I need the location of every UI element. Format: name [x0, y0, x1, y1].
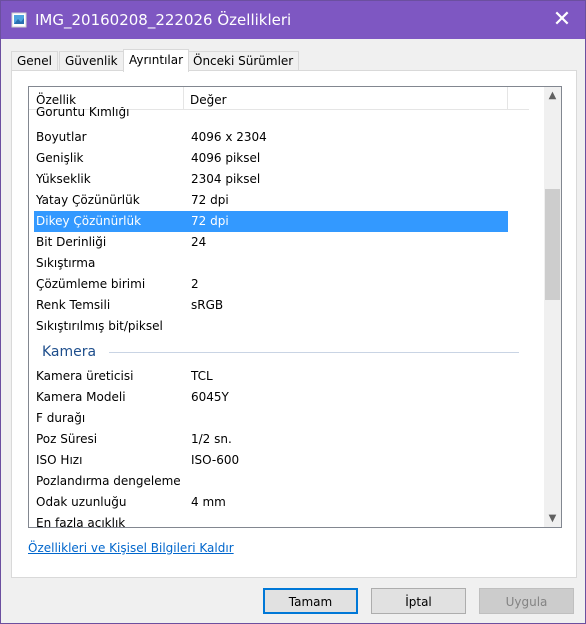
list-item[interactable]: Genişlik 4096 piksel: [34, 148, 508, 169]
list-item[interactable]: Sıkıştırılmış bit/piksel: [34, 316, 508, 337]
image-file-icon: [11, 12, 27, 28]
property-value: 24: [191, 235, 207, 249]
property-key: Renk Temsili: [36, 298, 111, 312]
list-item-partial[interactable]: Goruntu Kımlığı: [34, 107, 508, 121]
property-value: 4096 x 2304: [191, 130, 267, 144]
close-button[interactable]: ✕: [539, 1, 585, 39]
property-value: 2304 piksel: [191, 172, 261, 186]
property-key: ISO Hızı: [36, 453, 83, 467]
property-key: Boyutlar: [36, 130, 87, 144]
property-key: En fazla açıklık: [36, 516, 126, 527]
tab-previous-versions[interactable]: Önceki Sürümler: [187, 51, 300, 71]
property-value: 2: [191, 277, 199, 291]
window-title: IMG_20160208_222026 Özellikleri: [35, 11, 292, 29]
scroll-up-arrow-icon[interactable]: ▲: [544, 87, 561, 104]
property-key: Yatay Çözünürlük: [36, 193, 140, 207]
property-key: Genişlik: [36, 151, 84, 165]
property-key: Dikey Çözünürlük: [36, 214, 142, 228]
property-key: Sıkıştırma: [36, 256, 96, 270]
details-panel: Özellik Değer Goruntu Kımlığı Boyutlar 40…: [11, 70, 577, 578]
property-key: Yükseklik: [36, 172, 91, 186]
apply-button[interactable]: Uygula: [479, 588, 574, 614]
list-item[interactable]: Kamera üreticisi TCL: [34, 366, 508, 387]
property-value: 1/2 sn.: [191, 432, 232, 446]
list-item[interactable]: Sıkıştırma: [34, 253, 508, 274]
list-item-selected[interactable]: Dikey Çözünürlük 72 dpi: [34, 211, 508, 232]
vertical-scrollbar[interactable]: ▲ ▼: [544, 87, 561, 527]
property-value: 72 dpi: [191, 214, 229, 228]
scrollbar-thumb[interactable]: [545, 189, 560, 300]
list-item[interactable]: Renk Temsili sRGB: [34, 295, 508, 316]
list-item[interactable]: Bit Derinliği 24: [34, 232, 508, 253]
list-item[interactable]: ISO Hızı ISO-600: [34, 450, 508, 471]
list-item[interactable]: Poz Süresi 1/2 sn.: [34, 429, 508, 450]
tab-details[interactable]: Ayrıntılar: [123, 49, 190, 72]
list-item[interactable]: Boyutlar 4096 x 2304: [34, 127, 508, 148]
column-separator[interactable]: [507, 87, 508, 109]
property-key: Poz Süresi: [36, 432, 98, 446]
property-list[interactable]: Özellik Değer Goruntu Kımlığı Boyutlar 40…: [28, 86, 562, 528]
property-key: Goruntu Kımlığı: [36, 107, 130, 119]
list-item[interactable]: Odak uzunluğu 4 mm: [34, 492, 508, 513]
list-item[interactable]: Çözümleme birimi 2: [34, 274, 508, 295]
property-key: Kamera Modeli: [36, 390, 126, 404]
property-rows: Özellik Değer Goruntu Kımlığı Boyutlar 40…: [29, 87, 529, 527]
group-divider: [109, 352, 519, 353]
property-value: 4 mm: [191, 495, 226, 509]
ok-button[interactable]: Tamam: [263, 588, 358, 614]
property-key: Odak uzunluğu: [36, 495, 127, 509]
list-item[interactable]: Yükseklik 2304 piksel: [34, 169, 508, 190]
scroll-down-arrow-icon[interactable]: ▼: [544, 510, 561, 527]
list-item-partial[interactable]: En fazla açıklık: [34, 513, 508, 527]
property-key: Bit Derinliği: [36, 235, 107, 249]
column-header-property[interactable]: Özellik: [36, 93, 76, 107]
property-value: ISO-600: [191, 453, 240, 467]
title-bar[interactable]: IMG_20160208_222026 Özellikleri ✕: [1, 1, 585, 39]
property-value: 72 dpi: [191, 193, 229, 207]
list-item[interactable]: Kamera Modeli 6045Y: [34, 387, 508, 408]
list-item[interactable]: Yatay Çözünürlük 72 dpi: [34, 190, 508, 211]
property-value: TCL: [191, 369, 213, 383]
property-value: sRGB: [191, 298, 224, 312]
property-key: F durağı: [36, 411, 86, 425]
group-header-camera[interactable]: Kamera: [42, 342, 96, 362]
property-key: Pozlandırma dengeleme: [36, 474, 181, 488]
property-value: 4096 piksel: [191, 151, 261, 165]
column-header-value[interactable]: Değer: [190, 93, 227, 107]
property-key: Kamera üreticisi: [36, 369, 134, 383]
property-value: 6045Y: [191, 390, 229, 404]
tab-general[interactable]: Genel: [11, 51, 59, 71]
list-item[interactable]: F durağı: [34, 408, 508, 429]
cancel-button[interactable]: İptal: [371, 588, 466, 614]
property-key: Sıkıştırılmış bit/piksel: [36, 319, 163, 333]
list-item[interactable]: Pozlandırma dengeleme: [34, 471, 508, 492]
property-key: Çözümleme birimi: [36, 277, 146, 291]
remove-properties-link[interactable]: Özellikleri ve Kişisel Bilgileri Kaldır: [28, 541, 234, 555]
properties-dialog: IMG_20160208_222026 Özellikleri ✕ Genel …: [0, 0, 586, 624]
column-separator[interactable]: [183, 87, 184, 109]
tab-security[interactable]: Güvenlik: [59, 51, 124, 71]
